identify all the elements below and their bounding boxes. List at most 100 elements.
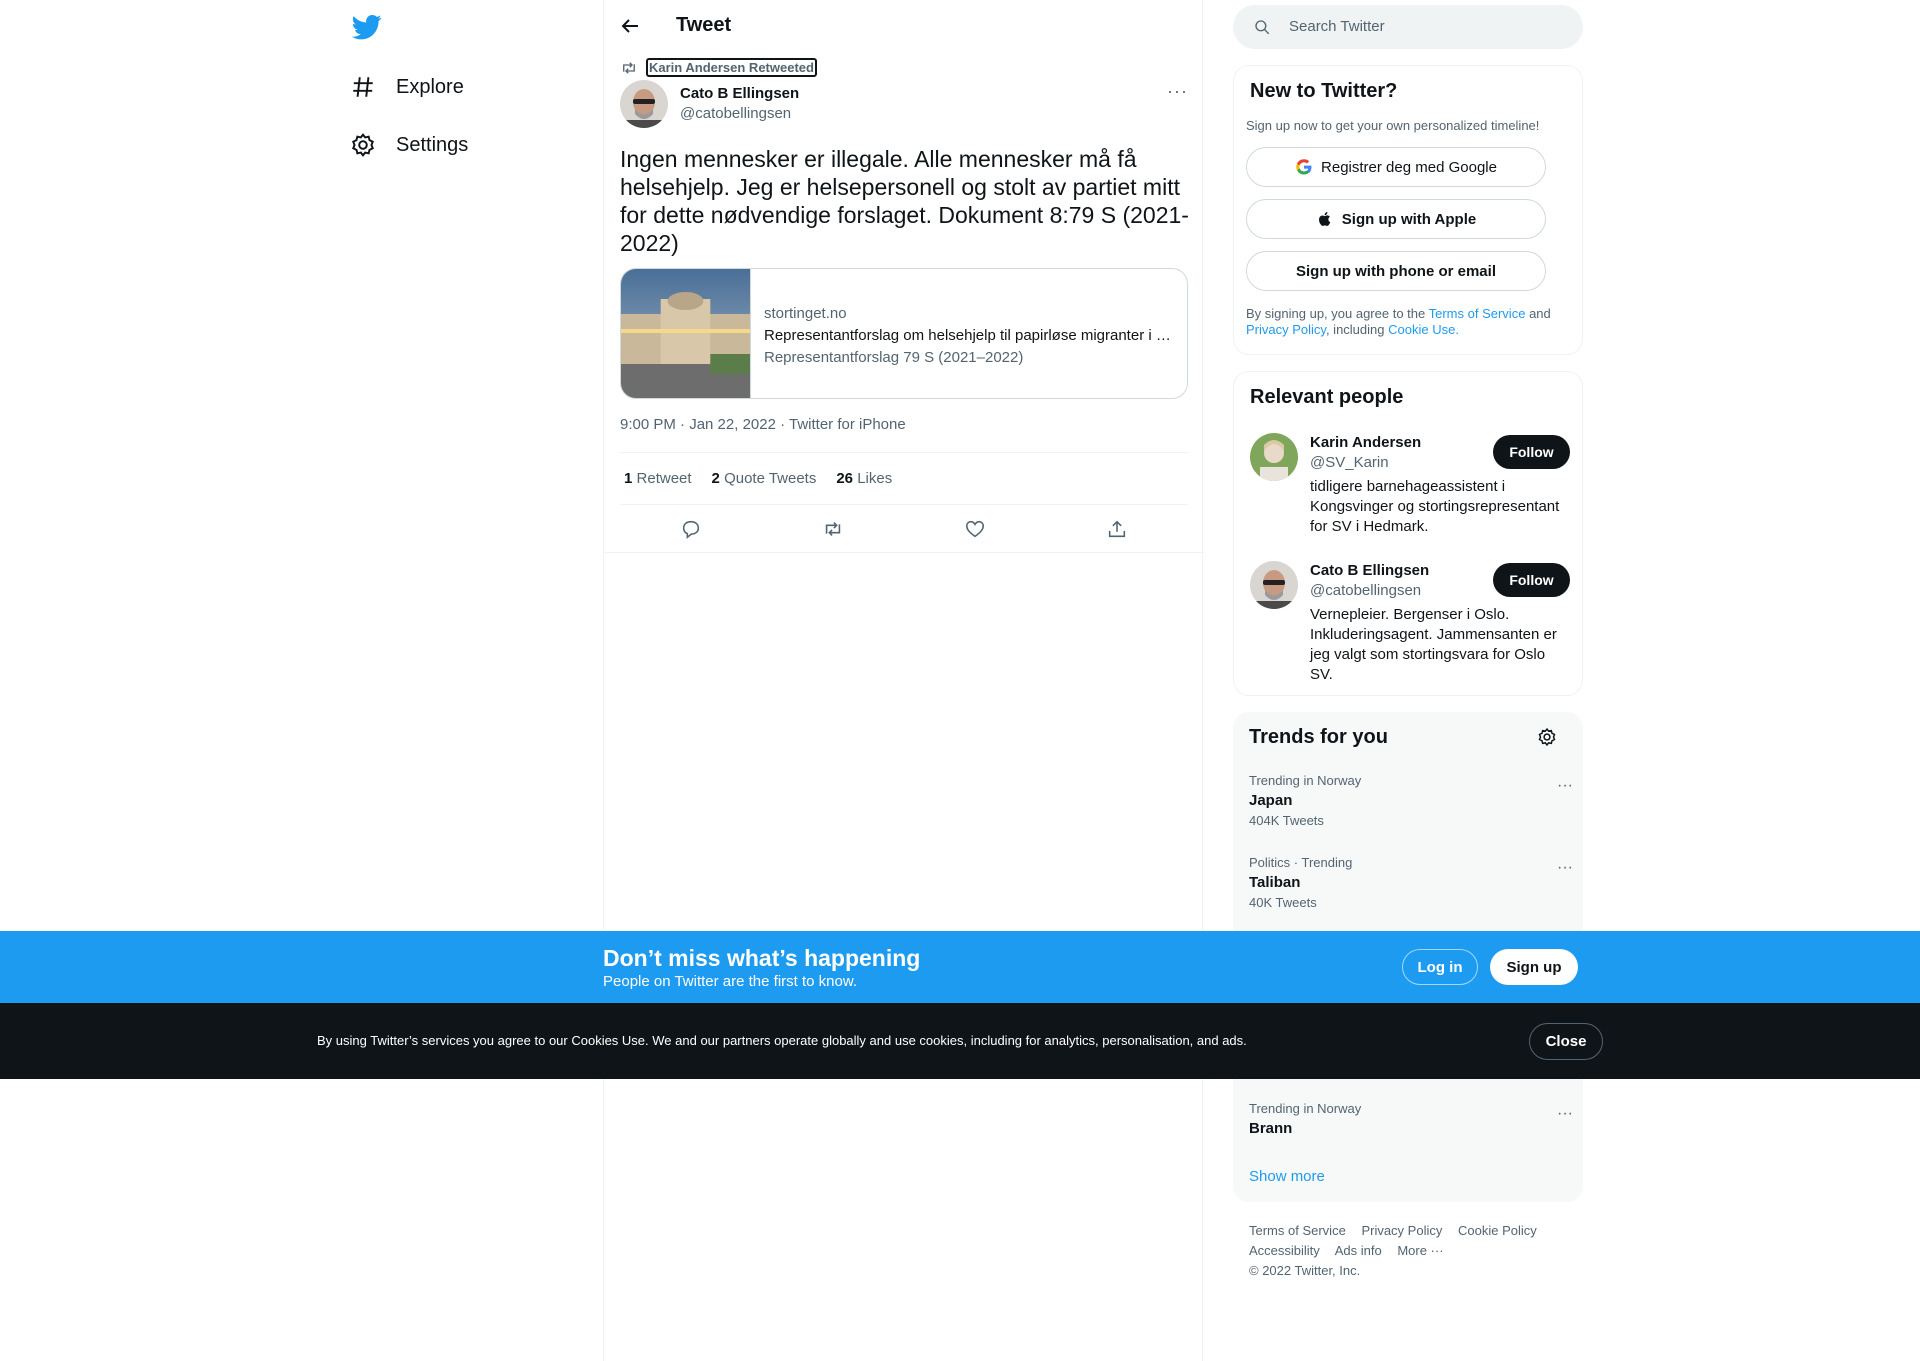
copyright: © 2022 Twitter, Inc. [1249,1263,1361,1278]
search-icon [1255,20,1270,35]
retweet-icon [623,61,635,74]
trend-item[interactable]: Trending in Norway Japan 404K Tweets ··· [1249,773,1573,829]
person-avatar[interactable] [1250,433,1298,481]
divider [604,552,1204,553]
nav-explore-label: Explore [396,75,464,98]
card-image [621,269,751,398]
trend-context: Trending in Norway [1249,773,1362,788]
trend-item[interactable]: Trending in Norway Brann ··· [1249,1101,1573,1139]
person-item[interactable]: Follow Karin Andersen @SV_Karin tidliger… [1250,433,1570,543]
trend-count: 40K Tweets [1249,895,1317,910]
footer-link[interactable]: Accessibility [1249,1243,1320,1258]
show-more-link[interactable]: Show more [1249,1168,1325,1185]
trends-title: Trends for you [1249,726,1388,748]
person-avatar[interactable] [1250,561,1298,609]
tweet-text: Ingen mennesker er illegale. Alle mennes… [620,146,1189,256]
trend-name: Brann [1249,1120,1293,1137]
login-button[interactable]: Log in [1402,949,1478,985]
legal-text-1: By signing up, you agree to the [1246,306,1426,321]
likes-count: 26 [836,470,854,487]
footer-link[interactable]: Cookie Policy [1458,1223,1537,1238]
twitter-logo-icon[interactable] [350,12,384,42]
new-to-twitter-panel: New to Twitter? Sign up now to get your … [1233,65,1583,355]
author-info[interactable]: Cato B Ellingsen @catobellingsen [680,84,799,124]
person-item[interactable]: Follow Cato B Ellingsen @catobellingsen … [1250,561,1570,691]
trend-name: Taliban [1249,874,1301,891]
person-name[interactable]: Cato B Ellingsen [1310,561,1570,581]
author-handle[interactable]: @catobellingsen [680,104,799,124]
trend-item[interactable]: Politics · Trending Taliban 40K Tweets ·… [1249,855,1573,911]
google-signup-button[interactable]: Registrer deg med Google [1246,147,1546,187]
quotes-stat[interactable]: 2 Quote Tweets [712,470,817,487]
trends-settings-icon[interactable] [1537,727,1557,747]
phone-signup-label: Sign up with phone or email [1295,262,1496,280]
person-info: Karin Andersen @SV_Karin tidligere barne… [1310,433,1570,537]
tweet-more-icon[interactable]: ··· [1167,81,1188,102]
relevant-people-title: Relevant people [1250,386,1404,408]
like-icon[interactable] [964,518,986,540]
google-signup-label: Registrer deg med Google [1321,158,1497,176]
person-handle[interactable]: @catobellingsen [1310,581,1570,601]
person-handle[interactable]: @SV_Karin [1310,453,1570,473]
search-box[interactable]: Search Twitter [1233,5,1583,49]
main-column: Tweet Karin Andersen Retweeted Cato B El… [603,0,1204,1361]
apple-signup-button[interactable]: Sign up with Apple [1246,199,1546,239]
header-bar: Tweet [604,0,1204,53]
trend-name: Japan [1249,792,1293,809]
cookie-close-button[interactable]: Close [1529,1023,1603,1060]
share-icon[interactable] [1106,518,1128,540]
cookie-text: By using Twitter’s services you agree to… [317,1033,1247,1048]
trend-context: Politics · Trending [1249,855,1353,870]
hashtag-icon [353,77,373,97]
person-name[interactable]: Karin Andersen [1310,433,1570,453]
card-title: Representantforslag om helsehjelp til pa… [764,327,1171,344]
google-icon [1296,159,1312,175]
likes-label: Likes [857,470,893,487]
person-bio: Vernepleier. Bergenser i Oslo. Inkluderi… [1310,606,1557,683]
link-card[interactable]: stortinget.no Representantforslag om hel… [620,268,1188,399]
footer-more-link[interactable]: More ··· [1397,1243,1443,1258]
signup-legal: By signing up, you agree to the Terms of… [1246,306,1566,338]
person-bio: tidligere barnehageassistent i Kongsving… [1310,478,1560,535]
retweets-count: 1 [624,470,633,487]
footer-link[interactable]: Ads info [1335,1243,1382,1258]
search-input[interactable]: Search Twitter [1289,18,1385,35]
apple-icon [1318,211,1331,226]
signup-button[interactable]: Sign up [1490,949,1578,985]
card-description: Representantforslag 79 S (2021–2022) [764,349,1024,366]
legal-text-2: and [1529,306,1551,321]
terms-link[interactable]: Terms of Service [1429,306,1526,321]
trend-more-icon[interactable]: ··· [1557,859,1573,877]
cookie-use-link[interactable]: Cookie Use. [1388,322,1459,337]
relevant-people-panel: Relevant people Follow Karin Andersen @S… [1233,371,1583,696]
tweet-stats: 1 Retweet 2 Quote Tweets 26 Likes [620,452,1188,505]
privacy-link[interactable]: Privacy Policy [1246,322,1326,337]
retweet-action-icon[interactable] [822,518,844,540]
trend-more-icon[interactable]: ··· [1557,777,1573,795]
back-arrow-icon[interactable] [618,14,642,38]
retweets-label: Retweet [636,470,692,487]
person-info: Cato B Ellingsen @catobellingsen Vernepl… [1310,561,1570,685]
retweeted-by-link[interactable]: Karin Andersen Retweeted [646,58,817,77]
reply-icon[interactable] [680,518,702,540]
footer-link[interactable]: Terms of Service [1249,1223,1346,1238]
retweets-stat[interactable]: 1 Retweet [624,470,692,487]
new-to-twitter-subtitle: Sign up now to get your own personalized… [1246,118,1540,133]
tweet-meta: 9:00 PM · Jan 22, 2022 · Twitter for iPh… [620,416,906,433]
retweet-context: Karin Andersen Retweeted [620,58,817,77]
quotes-label: Quote Tweets [724,470,817,487]
card-domain: stortinget.no [764,305,847,322]
nav-settings[interactable]: Settings [350,125,468,165]
trend-context: Trending in Norway [1249,1101,1362,1116]
footer-link[interactable]: Privacy Policy [1361,1223,1442,1238]
trend-more-icon[interactable]: ··· [1557,1105,1573,1123]
apple-signup-label: Sign up with Apple [1341,210,1477,228]
gear-icon [352,133,374,157]
author-name[interactable]: Cato B Ellingsen [680,84,799,104]
nav-explore[interactable]: Explore [350,67,464,107]
signup-banner-heading: Don’t miss what’s happening [603,945,921,971]
phone-signup-button[interactable]: Sign up with phone or email [1246,251,1546,291]
author-avatar[interactable] [620,80,668,128]
signup-banner: Don’t miss what’s happening People on Tw… [0,931,1920,1003]
likes-stat[interactable]: 26 Likes [836,470,892,487]
